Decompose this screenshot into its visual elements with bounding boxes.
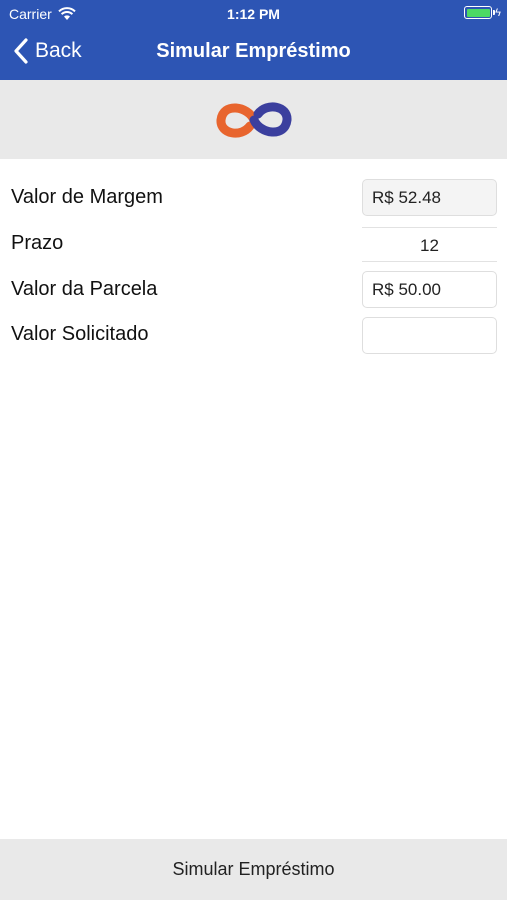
label-valor-solicitado: Valor Solicitado — [11, 323, 149, 345]
valor-margem-field[interactable]: R$ 52.48 — [362, 179, 497, 216]
top-bar: Carrier 1:12 PM ϟ Back Simular Empréstim… — [0, 0, 507, 80]
battery-level — [466, 8, 490, 17]
row-valor-parcela: Valor da Parcela R$ 50.00 — [0, 270, 507, 310]
row-prazo: Prazo 12 — [0, 224, 507, 264]
label-valor-margem: Valor de Margem — [11, 186, 163, 208]
simular-emprestimo-label: Simular Empréstimo — [172, 859, 335, 879]
infinity-logo-icon — [216, 102, 292, 138]
valor-parcela-field[interactable]: R$ 50.00 — [362, 271, 497, 308]
status-bar: Carrier 1:12 PM ϟ — [0, 0, 507, 28]
battery-icon — [464, 6, 496, 19]
battery-indicator: ϟ — [464, 6, 501, 19]
valor-solicitado-field[interactable] — [362, 317, 497, 354]
row-valor-margem: Valor de Margem R$ 52.48 — [0, 178, 507, 218]
logo-banner — [0, 80, 507, 159]
navigation-bar: Back Simular Empréstimo — [0, 28, 507, 80]
row-valor-solicitado: Valor Solicitado — [0, 315, 507, 355]
page-title: Simular Empréstimo — [156, 40, 351, 62]
simular-emprestimo-button[interactable]: Simular Empréstimo — [0, 839, 507, 900]
label-valor-parcela: Valor da Parcela — [11, 278, 158, 300]
prazo-field[interactable]: 12 — [362, 227, 497, 262]
battery-cap — [493, 10, 496, 15]
status-time: 1:12 PM — [227, 6, 280, 22]
charging-bolt-icon: ϟ — [495, 6, 501, 19]
label-prazo: Prazo — [11, 232, 64, 254]
